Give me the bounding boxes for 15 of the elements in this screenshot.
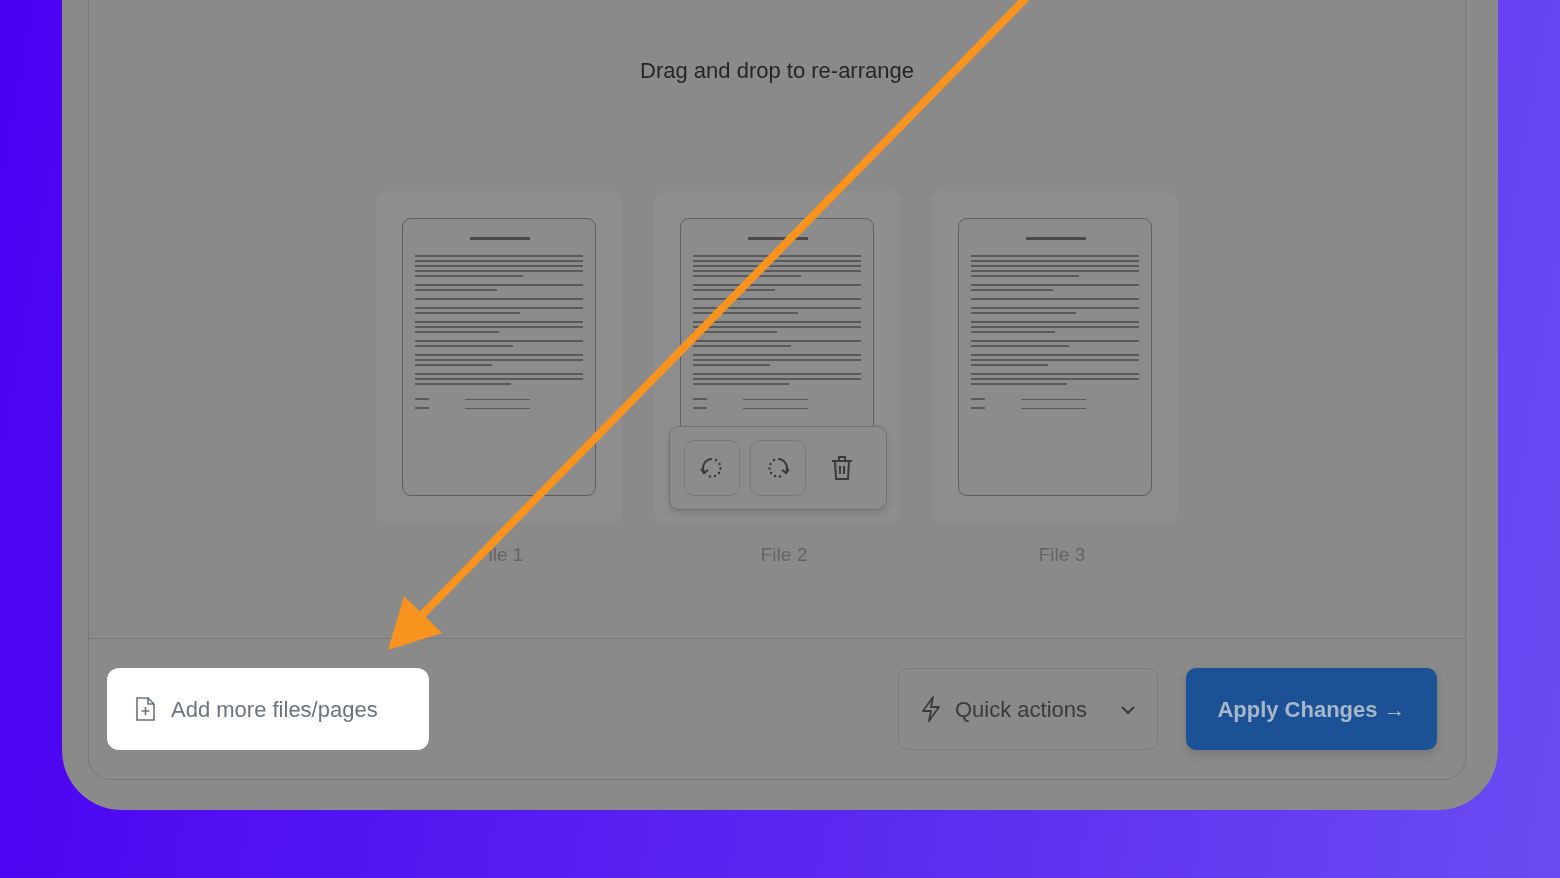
- apply-changes-button[interactable]: Apply Changes →: [1186, 668, 1437, 750]
- add-files-button[interactable]: Add more files/pages: [107, 668, 429, 750]
- file-card[interactable]: [932, 191, 1178, 523]
- rotate-right-icon: [765, 455, 791, 481]
- rotate-left-icon: [699, 455, 725, 481]
- file-card[interactable]: [376, 191, 622, 523]
- lightning-icon: [921, 696, 941, 722]
- quick-actions-dropdown[interactable]: Quick actions: [898, 668, 1158, 750]
- rotate-right-button[interactable]: [750, 440, 806, 496]
- rotate-left-button[interactable]: [684, 440, 740, 496]
- instruction-text: Drag and drop to re-arrange: [640, 57, 914, 85]
- chevron-down-icon: [1121, 706, 1135, 716]
- file-plus-icon: [135, 697, 155, 721]
- file-card[interactable]: [654, 191, 900, 523]
- trash-icon: [831, 455, 853, 481]
